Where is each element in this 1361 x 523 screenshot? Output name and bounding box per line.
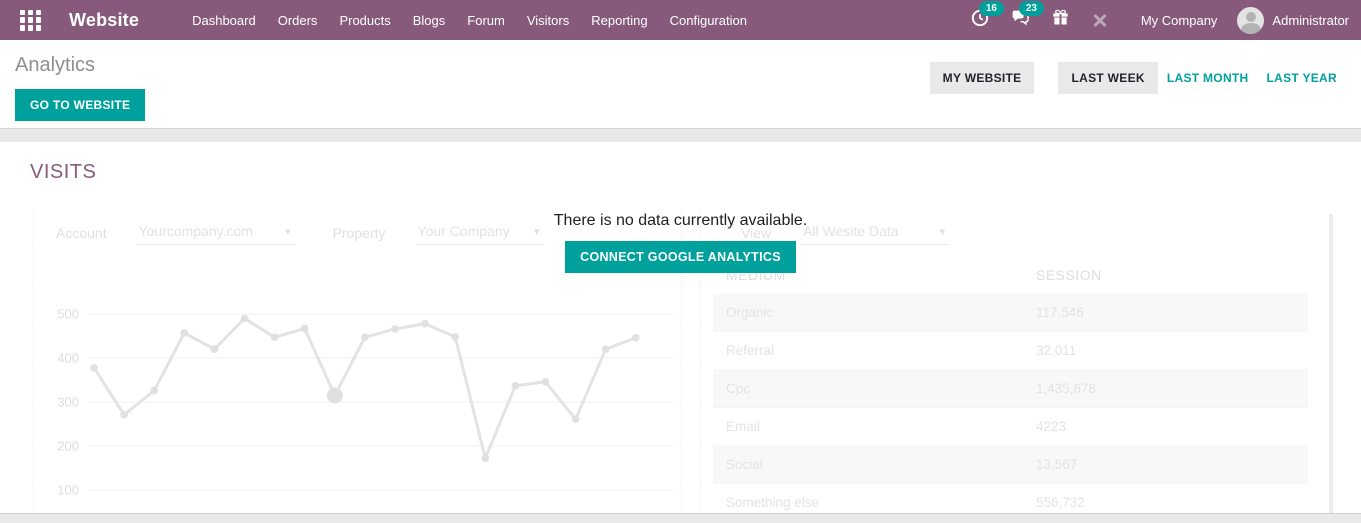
menu-item-orders[interactable]: Orders	[267, 13, 329, 28]
company-switcher[interactable]: My Company	[1141, 13, 1218, 28]
svg-text:100: 100	[57, 483, 79, 498]
messages-button[interactable]: 23	[1003, 5, 1038, 36]
menu-item-products[interactable]: Products	[328, 13, 401, 28]
table-cell: 556,732	[1036, 495, 1308, 510]
table-row: Email4223	[713, 408, 1308, 446]
rewards-button[interactable]	[1044, 5, 1077, 35]
app-brand[interactable]: Website	[69, 10, 139, 31]
table-row: Something else556,732	[713, 484, 1308, 513]
table-cell: Cpc	[726, 381, 1036, 396]
activity-count-badge: 16	[979, 1, 1004, 16]
table-cell: Social	[726, 457, 1036, 472]
connect-google-analytics-button[interactable]: CONNECT GOOGLE ANALYTICS	[565, 241, 796, 273]
my-website-button[interactable]: MY WEBSITE	[930, 62, 1035, 94]
ghost-visits-line-chart: 500 400 300 200 100	[34, 258, 681, 513]
separator-band	[0, 128, 1361, 142]
table-cell: Email	[726, 419, 1036, 434]
menu-item-configuration[interactable]: Configuration	[659, 13, 758, 28]
table-cell: 117,546	[1036, 305, 1308, 320]
table-row: Referral32,011	[713, 332, 1308, 370]
menu-item-dashboard[interactable]: Dashboard	[181, 13, 267, 28]
menu-item-blogs[interactable]: Blogs	[402, 13, 457, 28]
main-menu: Dashboard Orders Products Blogs Forum Vi…	[181, 13, 758, 28]
menu-item-forum[interactable]: Forum	[456, 13, 516, 28]
filter-last-year-button[interactable]: LAST YEAR	[1258, 62, 1347, 94]
navbar-systray: 16 23 My Company Administrator	[963, 5, 1349, 36]
go-to-website-button[interactable]: GO TO WEBSITE	[15, 89, 145, 121]
filter-last-month-button[interactable]: LAST MONTH	[1158, 62, 1258, 94]
svg-text:300: 300	[57, 395, 79, 410]
table-row: Social13,567	[713, 446, 1308, 484]
ghost-table-body: Organic117,546Referral32,011Cpc1,435,678…	[713, 294, 1308, 513]
filter-last-week-button[interactable]: LAST WEEK	[1058, 62, 1157, 94]
top-navbar: Website Dashboard Orders Products Blogs …	[0, 0, 1361, 40]
svg-text:400: 400	[57, 351, 79, 366]
table-cell: Something else	[726, 495, 1036, 510]
table-cell: 1,435,678	[1036, 381, 1308, 396]
message-count-badge: 23	[1019, 1, 1044, 16]
empty-state-overlay: There is no data currently available. CO…	[0, 212, 1361, 273]
table-row: Organic117,546	[713, 294, 1308, 332]
svg-text:200: 200	[57, 439, 79, 454]
visits-dashboard: VISITS Account Yourcompany.com ▾ Propert…	[0, 142, 1361, 513]
table-cell: 4223	[1036, 419, 1308, 434]
menu-item-reporting[interactable]: Reporting	[580, 13, 658, 28]
svg-text:500: 500	[57, 307, 79, 322]
page-bottom-band	[0, 513, 1361, 523]
table-cell: 13,567	[1036, 457, 1308, 472]
visits-section-title: VISITS	[30, 161, 96, 184]
table-row: Cpc1,435,678	[713, 370, 1308, 408]
table-cell: Organic	[726, 305, 1036, 320]
table-cell: 32,011	[1036, 343, 1308, 358]
activities-button[interactable]: 16	[963, 5, 997, 36]
gift-icon	[1052, 9, 1069, 26]
control-panel: Analytics GO TO WEBSITE MY WEBSITE LAST …	[0, 40, 1361, 128]
developer-tools-button[interactable]	[1083, 7, 1117, 33]
menu-item-visitors[interactable]: Visitors	[516, 13, 580, 28]
user-menu[interactable]: Administrator	[1237, 7, 1349, 34]
user-name: Administrator	[1272, 13, 1349, 28]
table-cell: Referral	[726, 343, 1036, 358]
page-title: Analytics	[15, 54, 145, 77]
user-avatar	[1237, 7, 1264, 34]
apps-grid-icon[interactable]	[20, 10, 41, 31]
no-data-message: There is no data currently available.	[0, 212, 1361, 230]
crossed-tools-icon	[1091, 11, 1109, 29]
